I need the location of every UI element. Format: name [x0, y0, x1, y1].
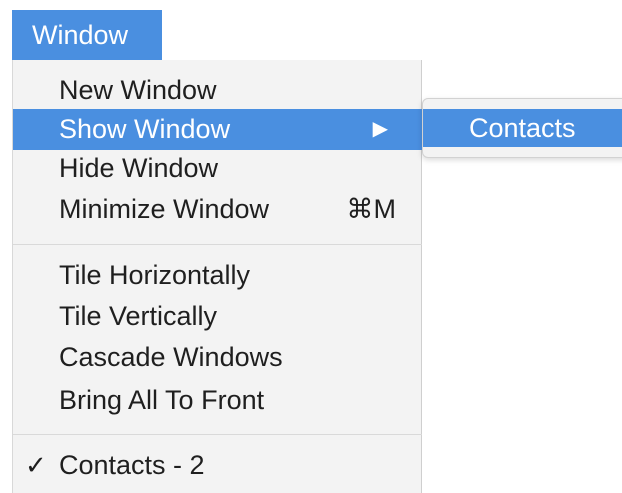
menu-item-label: New Window	[59, 75, 217, 105]
menu-item-label: Hide Window	[59, 153, 219, 183]
menu-item-tile-horizontally[interactable]: Tile Horizontally	[13, 255, 422, 296]
menu-separator	[13, 244, 422, 245]
keyboard-shortcut: ⌘M	[346, 194, 397, 224]
menu-item-label: Cascade Windows	[59, 342, 283, 372]
menu-item-label: Tile Horizontally	[59, 260, 251, 290]
menu-item-hide-window[interactable]: Hide Window	[13, 148, 422, 189]
menu-separator	[13, 434, 422, 435]
window-menu-screen: Window New Window Show Window ▶ Hide Win…	[0, 0, 622, 493]
menu-item-minimize-window[interactable]: Minimize Window ⌘M	[13, 189, 422, 230]
show-window-submenu: Contacts	[422, 98, 622, 158]
submenu-item-contacts[interactable]: Contacts	[423, 109, 622, 147]
menu-item-label: Show Window	[59, 114, 231, 144]
submenu-arrow-icon: ▶	[372, 118, 388, 140]
window-menu-title[interactable]: Window	[12, 10, 162, 60]
window-dropdown-menu: New Window Show Window ▶ Hide Window Min…	[12, 60, 422, 493]
menu-item-tile-vertically[interactable]: Tile Vertically	[13, 296, 422, 337]
checkmark-icon: ✓	[25, 450, 47, 480]
menu-item-label: Bring All To Front	[59, 385, 265, 415]
menu-item-label: Tile Vertically	[59, 301, 218, 331]
submenu-item-label: Contacts	[469, 113, 576, 143]
menu-item-label: Minimize Window	[59, 194, 270, 224]
menu-item-bring-all-to-front[interactable]: Bring All To Front	[13, 380, 422, 421]
menu-item-show-window[interactable]: Show Window ▶	[13, 109, 422, 150]
menu-item-new-window[interactable]: New Window	[13, 70, 422, 111]
menu-item-contacts-2[interactable]: ✓ Contacts - 2	[13, 445, 422, 486]
menu-item-label: Contacts - 2	[59, 450, 205, 480]
menu-item-cascade-windows[interactable]: Cascade Windows	[13, 337, 422, 378]
